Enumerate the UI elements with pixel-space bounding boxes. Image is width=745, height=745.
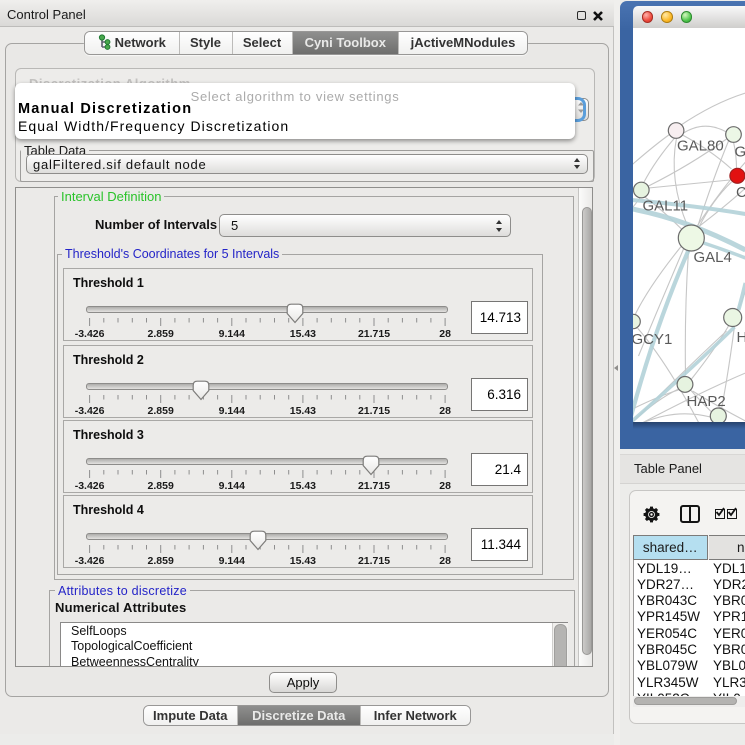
svg-text:C: C: [736, 184, 745, 201]
svg-text:GAL11: GAL11: [642, 198, 688, 215]
svg-text:HAP2: HAP2: [686, 393, 725, 410]
svg-text:GA: GA: [734, 144, 745, 161]
svg-text:GAL4: GAL4: [693, 249, 731, 266]
svg-text:GAL80: GAL80: [677, 138, 724, 155]
svg-text:H: H: [736, 329, 745, 346]
svg-text:GCY1: GCY1: [633, 331, 672, 348]
